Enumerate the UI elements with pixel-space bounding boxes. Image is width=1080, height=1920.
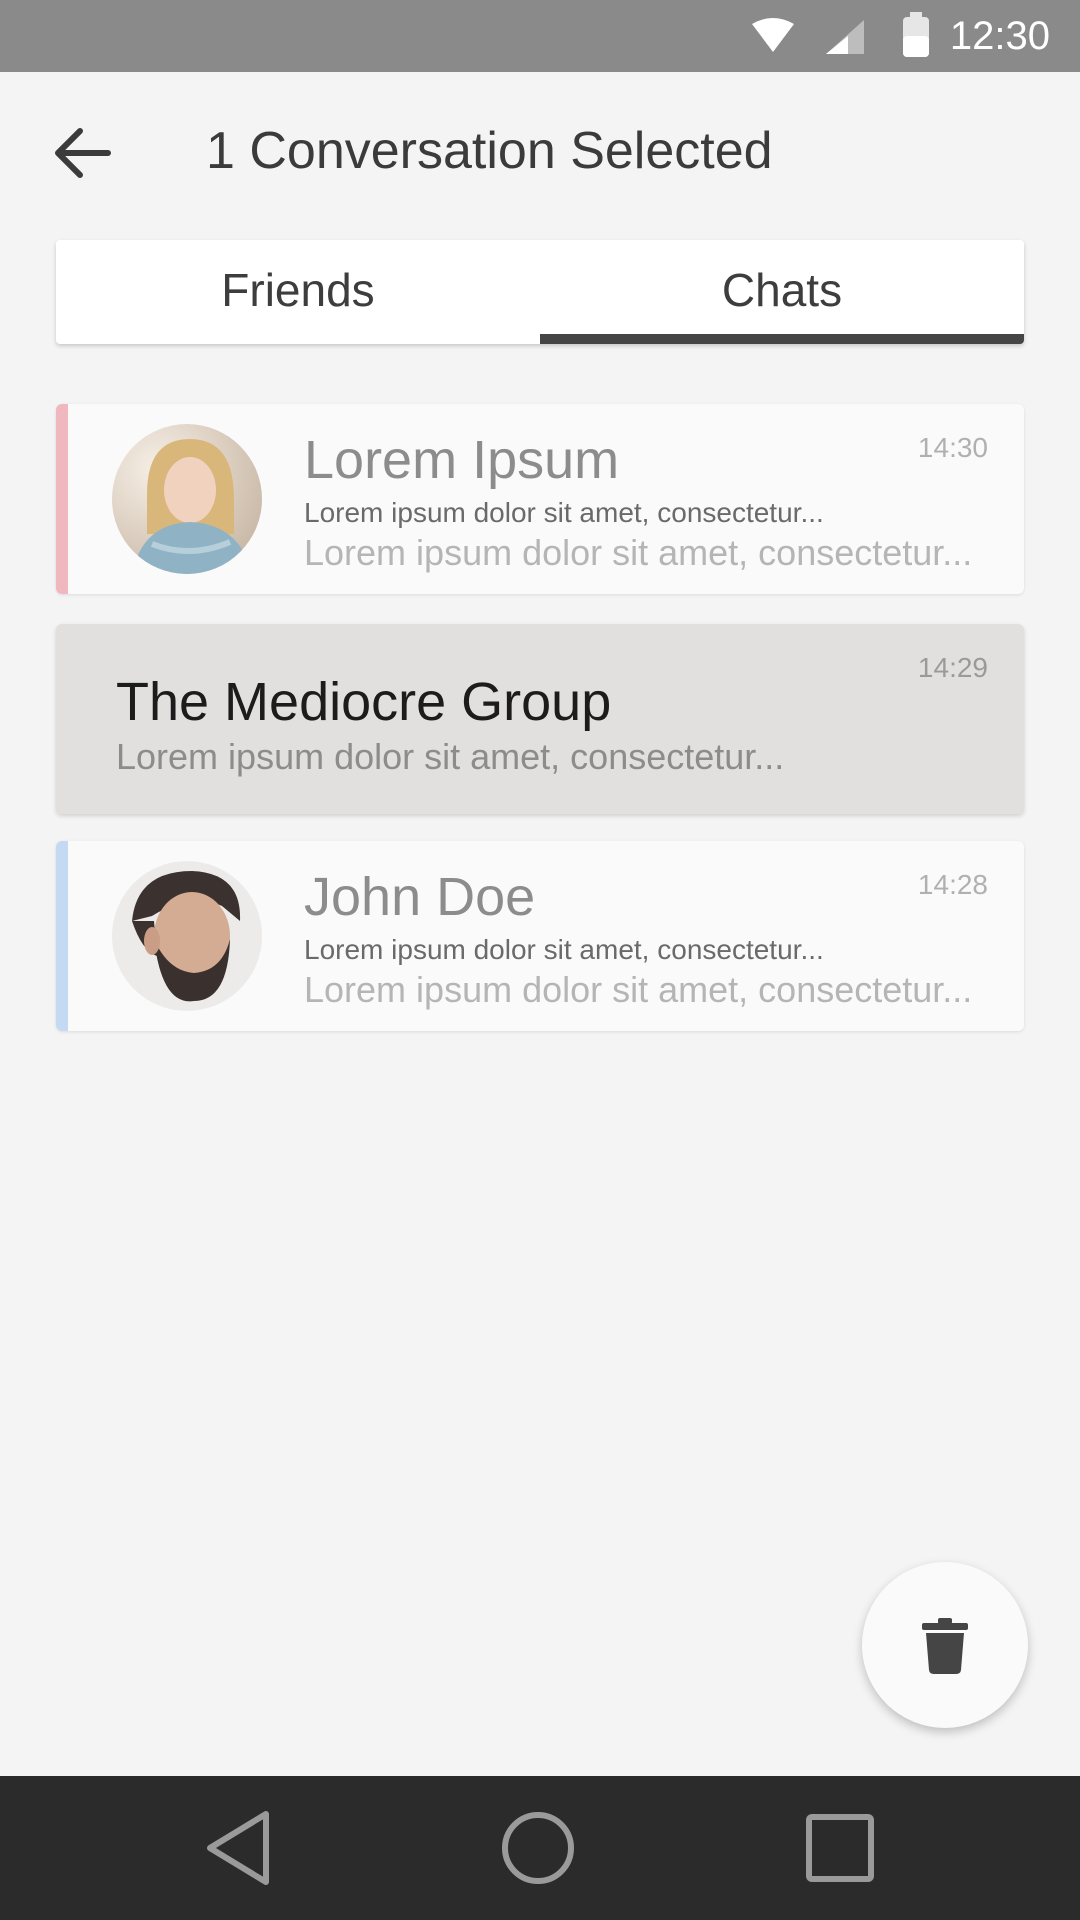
chat-preview: Lorem ipsum dolor sit amet, consectetur.… [304, 497, 824, 528]
woman-avatar-image [112, 424, 262, 574]
chat-preview: Lorem ipsum dolor sit amet, consectetur.… [116, 736, 785, 777]
avatar [112, 861, 262, 1011]
chat-row-john-doe[interactable]: John Doe Lorem ipsum dolor sit amet, con… [56, 841, 1024, 1031]
wifi-icon [752, 18, 794, 52]
delete-button[interactable] [862, 1562, 1028, 1728]
app-bar: 1 Conversation Selected [0, 72, 1080, 232]
back-triangle-icon[interactable] [200, 1808, 280, 1888]
tab-chats[interactable]: Chats [540, 240, 1024, 344]
chat-preview-secondary: Lorem ipsum dolor sit amet, consectetur.… [304, 532, 973, 573]
chat-name: The Mediocre Group [116, 672, 612, 732]
tab-friends[interactable]: Friends [56, 240, 540, 344]
system-nav-bar [0, 1776, 1080, 1920]
status-bar: 12:30 [0, 0, 1080, 72]
signal-icon [826, 20, 864, 54]
chat-time: 14:28 [917, 869, 988, 900]
battery-icon [903, 12, 929, 57]
chat-time: 14:30 [917, 432, 988, 463]
chat-name: Lorem Ipsum [304, 430, 620, 490]
chat-row-the-mediocre-group[interactable]: The Mediocre Group Lorem ipsum dolor sit… [56, 624, 1024, 814]
tab-bar: Friends Chats [56, 240, 1024, 344]
page-title: 1 Conversation Selected [206, 122, 773, 180]
chat-row-lorem-ipsum[interactable]: Lorem Ipsum Lorem ipsum dolor sit amet, … [56, 404, 1024, 594]
chat-name: John Doe [304, 867, 536, 927]
chat-preview: Lorem ipsum dolor sit amet, consectetur.… [304, 934, 824, 965]
trash-icon [922, 1618, 968, 1674]
chat-time: 14:29 [917, 652, 988, 683]
recents-square-icon[interactable] [800, 1808, 880, 1888]
chat-accent-bar [56, 841, 68, 1031]
man-avatar-image [112, 861, 262, 1011]
home-circle-icon[interactable] [498, 1808, 578, 1888]
chat-accent-bar [56, 404, 68, 594]
chat-preview-secondary: Lorem ipsum dolor sit amet, consectetur.… [304, 969, 973, 1010]
arrow-left-icon[interactable] [50, 120, 116, 186]
status-time: 12:30 [949, 14, 1050, 58]
avatar [112, 424, 262, 574]
